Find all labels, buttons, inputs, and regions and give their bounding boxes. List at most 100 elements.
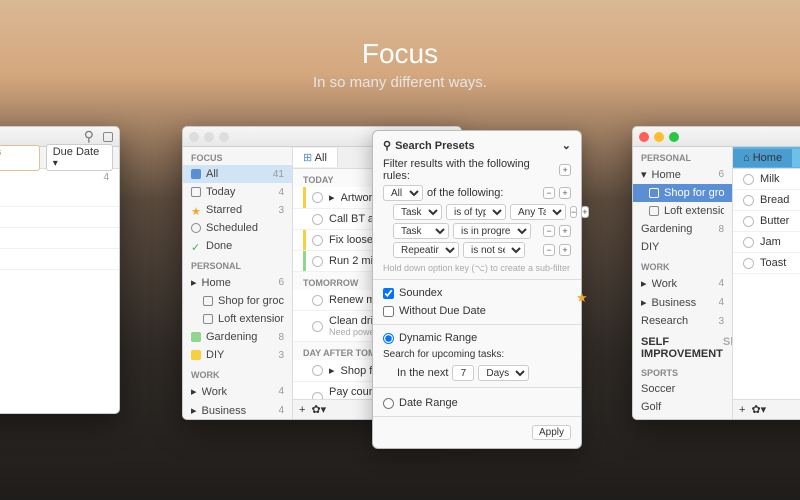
filter-label: Filter results with the following rules:…	[383, 158, 571, 182]
list-item[interactable]: Toast	[733, 253, 800, 274]
sidebar-item-work[interactable]: ▸Work4	[633, 274, 732, 293]
window-1: ⚲ 37 tasks hidden Due Date ▾ 4 Today Tod…	[0, 126, 120, 414]
sidebar-item-scheduled[interactable]: Scheduled	[183, 219, 292, 237]
remove-btn[interactable]: −	[543, 244, 555, 256]
section-self: SELF IMPROVEMENTShow	[633, 330, 732, 362]
search-presets-popover: ⚲Search Presets⌄ Filter results with the…	[372, 130, 582, 449]
filter-toolbar: 37 tasks hidden Due Date ▾	[0, 147, 119, 169]
sidebar-item-done[interactable]: ✓Done	[183, 237, 292, 255]
add-btn[interactable]: +	[559, 244, 571, 256]
upcoming-row: In the next Days	[383, 365, 571, 381]
dynamic-range-radio[interactable]: Dynamic Range	[383, 329, 571, 347]
op-select[interactable]: is of type	[446, 204, 506, 220]
section-work: WORK	[183, 364, 292, 382]
sidebar-item-work[interactable]: ▸Work4	[183, 382, 292, 401]
hero-title: Focus	[0, 38, 800, 70]
remove-btn[interactable]: −	[543, 187, 555, 199]
main-panel: ⌂ Home Shop for Milk Bread Butter Jam To…	[733, 147, 800, 419]
layout-icon[interactable]	[103, 132, 113, 142]
task-row[interactable]: Today	[0, 228, 119, 249]
rule-row: Task is in progress −+	[383, 223, 571, 239]
task-row[interactable]: Today	[0, 186, 119, 207]
sidebar-item-gardening[interactable]: Gardening8	[183, 328, 292, 346]
list-item[interactable]: Butter	[733, 211, 800, 232]
hint-text: Hold down option key (⌥) to create a sub…	[383, 263, 571, 274]
bottombar: + ✿▾ ⟳	[733, 399, 800, 419]
sidebar-item-golf[interactable]: Golf	[633, 398, 732, 416]
sidebar: FOCUS All41 Today4 ★Starred3 Scheduled ✓…	[183, 147, 293, 419]
sidebar-item-tennis[interactable]: Tennis	[633, 416, 732, 419]
remove-btn[interactable]: −	[570, 206, 577, 218]
search-icon[interactable]: ⚲	[84, 128, 94, 145]
sidebar-item-soccer[interactable]: Soccer	[633, 380, 732, 398]
remove-btn[interactable]: −	[543, 225, 555, 237]
sidebar-item-business[interactable]: ▸Business4	[633, 293, 732, 312]
section-personal: PERSONAL	[633, 147, 732, 165]
val-select[interactable]: Any Task	[510, 204, 566, 220]
tab-home[interactable]: ⌂ Home	[733, 149, 792, 167]
field-select[interactable]: Repeating	[393, 242, 459, 258]
add-btn[interactable]: +	[581, 206, 588, 218]
close-icon[interactable]	[189, 132, 199, 142]
section-personal: PERSONAL	[183, 255, 292, 273]
apply-button[interactable]: Apply	[532, 425, 571, 440]
add-icon[interactable]: +	[299, 404, 305, 416]
star-icon: ★	[576, 290, 588, 306]
list-item[interactable]: Jam	[733, 232, 800, 253]
sidebar-item-diy[interactable]: DIY	[633, 238, 732, 256]
count: 4	[0, 169, 119, 186]
zoom-icon[interactable]	[219, 132, 229, 142]
hero-subtitle: In so many different ways.	[0, 74, 800, 91]
date-range-radio[interactable]: Date Range	[383, 394, 571, 412]
add-rule-btn[interactable]: +	[559, 164, 571, 176]
sidebar-item-research[interactable]: Research3	[633, 312, 732, 330]
hidden-tasks-btn[interactable]: 37 tasks hidden	[0, 145, 40, 171]
tab-all[interactable]: ⊞ All	[293, 148, 338, 167]
section-focus: FOCUS	[183, 147, 292, 165]
sidebar-item-shop[interactable]: Shop for groceries	[633, 184, 732, 202]
add-icon[interactable]: +	[739, 404, 745, 416]
sidebar-item-loft[interactable]: Loft extension	[633, 202, 732, 220]
chevron-down-icon[interactable]: ⌄	[562, 139, 571, 152]
sidebar-item-shop[interactable]: Shop for groceries	[183, 292, 292, 310]
sidebar-item-all[interactable]: All41	[183, 165, 292, 183]
window-3: + PERSONAL ▾Home6 Shop for groceries Lof…	[632, 126, 800, 420]
op-select[interactable]: is in progress	[453, 223, 531, 239]
add-btn[interactable]: +	[559, 225, 571, 237]
sidebar-item-loft[interactable]: Loft extension	[183, 310, 292, 328]
sort-btn[interactable]: Due Date ▾	[46, 144, 113, 171]
soundex-checkbox[interactable]: Soundex	[383, 284, 571, 302]
list-item[interactable]: Bread	[733, 190, 800, 211]
without-due-checkbox[interactable]: Without Due Date	[383, 302, 571, 320]
section-work: WORK	[633, 256, 732, 274]
sidebar-item-gardening[interactable]: Gardening8	[633, 220, 732, 238]
sidebar-item-home[interactable]: ▸Home6	[183, 273, 292, 292]
task-row[interactable]: Today	[0, 207, 119, 228]
task-list: 4 Today Today Today Today	[0, 169, 119, 270]
minimize-icon[interactable]	[654, 132, 664, 142]
sidebar-item-diy[interactable]: DIY3	[183, 346, 292, 364]
tab-shop[interactable]: Shop for	[792, 149, 800, 167]
rule-row: Repeating is not set −+	[383, 242, 571, 258]
gear-icon[interactable]: ✿▾	[311, 403, 326, 416]
gear-icon[interactable]: ✿▾	[751, 403, 766, 416]
sidebar-item-starred[interactable]: ★Starred3	[183, 201, 292, 219]
add-btn[interactable]: +	[559, 187, 571, 199]
task-row[interactable]: Today	[0, 249, 119, 270]
rule-all: All of the following: −+	[383, 185, 571, 201]
list-item[interactable]: Milk	[733, 169, 800, 190]
field-select[interactable]: Task	[393, 223, 449, 239]
sidebar-item-home[interactable]: ▾Home6	[633, 165, 732, 184]
close-icon[interactable]	[639, 132, 649, 142]
sidebar-item-business[interactable]: ▸Business4	[183, 401, 292, 419]
all-select[interactable]: All	[383, 185, 423, 201]
show-btn[interactable]: Show	[723, 336, 733, 360]
sidebar-item-today[interactable]: Today4	[183, 183, 292, 201]
op-select[interactable]: is not set	[463, 242, 525, 258]
days-input[interactable]	[452, 365, 474, 381]
field-select[interactable]: Task	[393, 204, 442, 220]
search-icon: ⚲	[383, 139, 391, 152]
minimize-icon[interactable]	[204, 132, 214, 142]
unit-select[interactable]: Days	[478, 365, 529, 381]
zoom-icon[interactable]	[669, 132, 679, 142]
